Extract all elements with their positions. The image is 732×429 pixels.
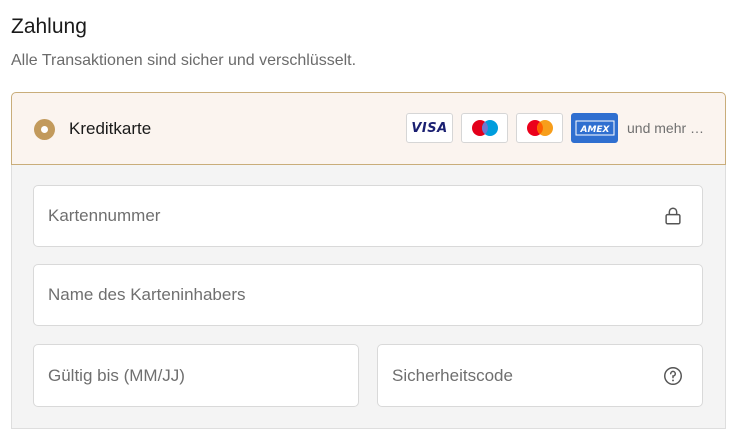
cardholder-name-input[interactable]: [34, 265, 702, 325]
amex-logo-text: AMEX: [579, 125, 610, 135]
payment-method-option[interactable]: Kreditkarte VISA AMEX und mehr …: [11, 92, 726, 165]
page-subtitle: Alle Transaktionen sind sicher und versc…: [11, 52, 357, 69]
mastercard-logo-graphic: [526, 120, 553, 136]
card-number-input[interactable]: [34, 186, 702, 246]
maestro-logo: [461, 113, 508, 143]
expiry-date-input[interactable]: [34, 345, 358, 406]
cardholder-name-field[interactable]: [33, 264, 703, 326]
card-brand-logos: VISA AMEX und mehr …: [406, 113, 704, 143]
expiry-date-field[interactable]: [33, 344, 359, 407]
lock-icon: [665, 207, 681, 225]
more-brands-text: und mehr …: [627, 120, 705, 136]
payment-method-radio[interactable]: [34, 119, 55, 140]
amex-logo-graphic: AMEX: [575, 120, 614, 136]
payment-method-label: Kreditkarte: [69, 119, 152, 138]
visa-logo: VISA: [406, 113, 453, 143]
help-icon[interactable]: [662, 365, 684, 387]
security-code-field[interactable]: [377, 344, 703, 407]
maestro-logo-graphic: [471, 120, 498, 136]
mastercard-logo: [516, 113, 563, 143]
visa-logo-text: VISA: [411, 120, 448, 136]
card-details-form: [11, 165, 726, 429]
card-number-field[interactable]: [33, 185, 703, 247]
security-code-input[interactable]: [378, 345, 702, 406]
amex-logo: AMEX: [571, 113, 618, 143]
radio-selected-dot: [41, 126, 48, 133]
page-title: Zahlung: [11, 15, 87, 38]
